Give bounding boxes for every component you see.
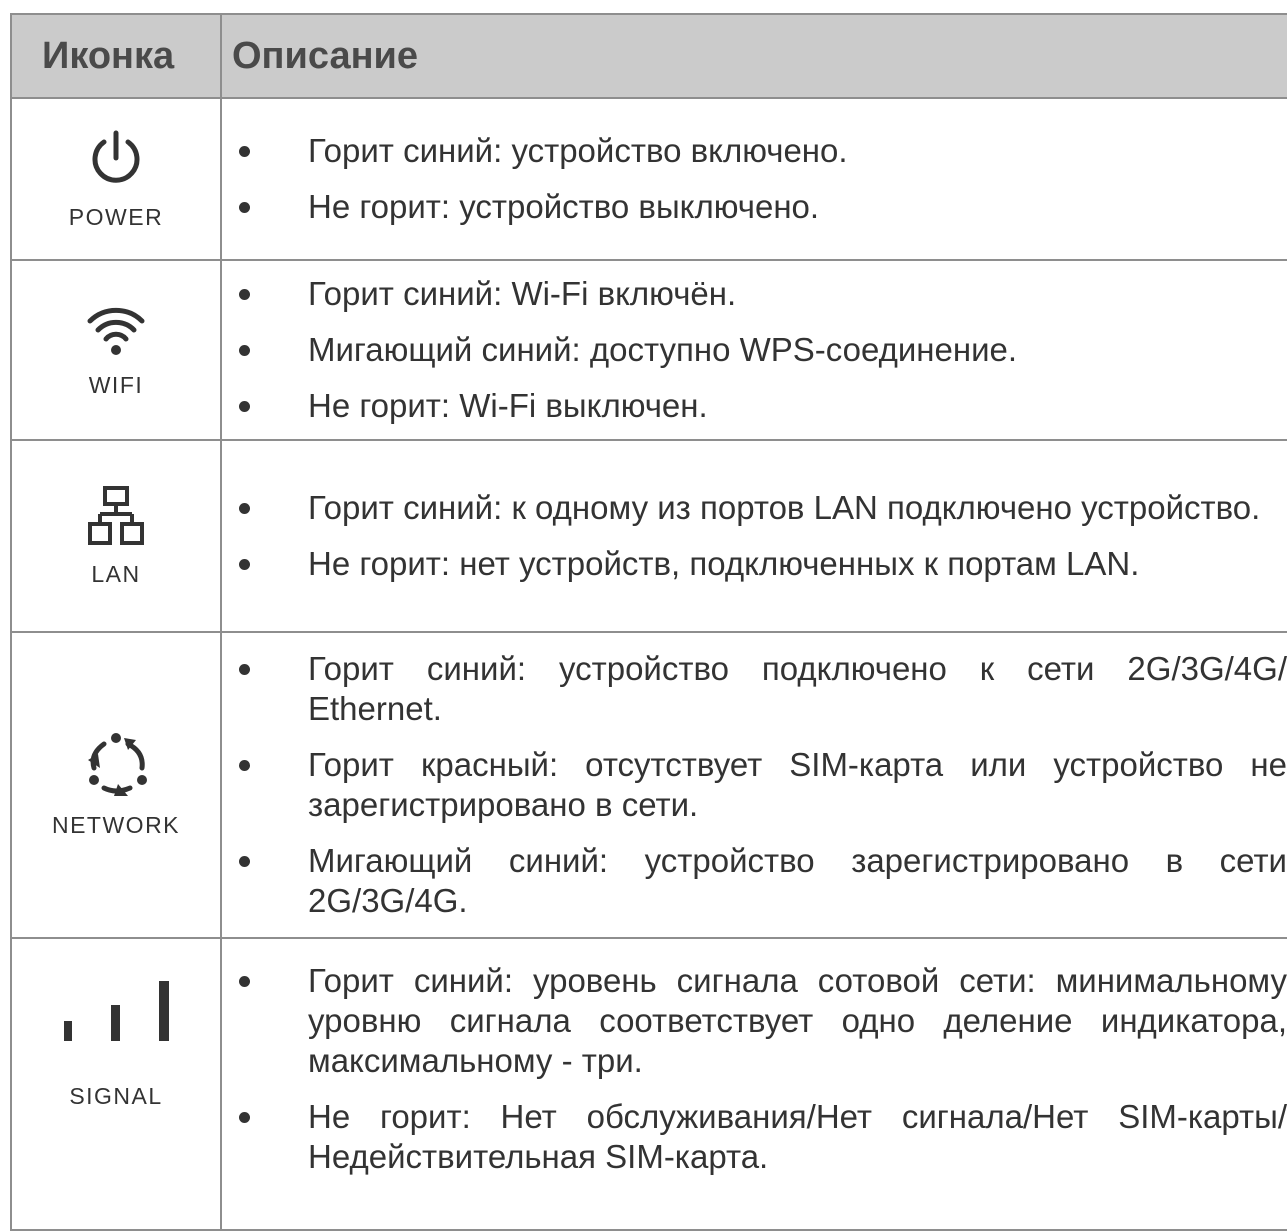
list-item: Не горит: Нет обслуживания/Нет сигнала/Н… [222, 1097, 1287, 1177]
list-item: Горит красный: отсутствует SIM-карта или… [222, 745, 1287, 825]
signal-icon [64, 981, 169, 1041]
lan-label: LAN [91, 560, 141, 587]
table-header-row: Иконка Описание [10, 13, 1287, 99]
table-row: LAN Горит синий: к одному из портов LAN … [10, 439, 1287, 633]
icon-column-header: Иконка [10, 13, 222, 99]
list-item: Мигающий синий: доступно WPS-соединение. [222, 330, 1287, 370]
network-label: NETWORK [51, 811, 181, 838]
list-item: Не горит: устройство выключено. [222, 187, 1287, 227]
table-row: SIGNAL Горит синий: уровень сигнала сото… [10, 937, 1287, 1231]
lan-icon [88, 485, 144, 545]
list-item: Горит синий: Wi-Fi включён. [222, 274, 1287, 314]
power-icon [92, 130, 140, 183]
indicator-table: Иконка Описание POWER Горит синий: устро… [10, 13, 1287, 1231]
list-item: Горит синий: уровень сигнала сотовой сет… [222, 961, 1287, 1081]
table-row: POWER Горит синий: устройство включено. … [10, 97, 1287, 261]
power-label: POWER [68, 203, 164, 230]
signal-label: SIGNAL [69, 1083, 163, 1109]
wifi-icon [87, 307, 145, 355]
table-row: NETWORK Горит синий: устройство подключе… [10, 631, 1287, 939]
description-column-header: Описание [220, 13, 1287, 99]
list-item: Не горит: Wi-Fi выключен. [222, 386, 1287, 426]
list-item: Горит синий: к одному из портов LAN подк… [222, 488, 1287, 528]
wifi-label: WIFI [88, 371, 144, 398]
list-item: Горит синий: устройство включено. [222, 131, 1287, 171]
list-item: Горит синий: устройство подключено к сет… [222, 649, 1287, 729]
list-item: Не горит: нет устройств, подключенных к … [222, 544, 1287, 584]
table-row: WIFI Горит синий: Wi-Fi включён. Мигающи… [10, 259, 1287, 441]
list-item: Мигающий синий: устройство зарегистриров… [222, 841, 1287, 921]
network-icon [88, 732, 147, 796]
